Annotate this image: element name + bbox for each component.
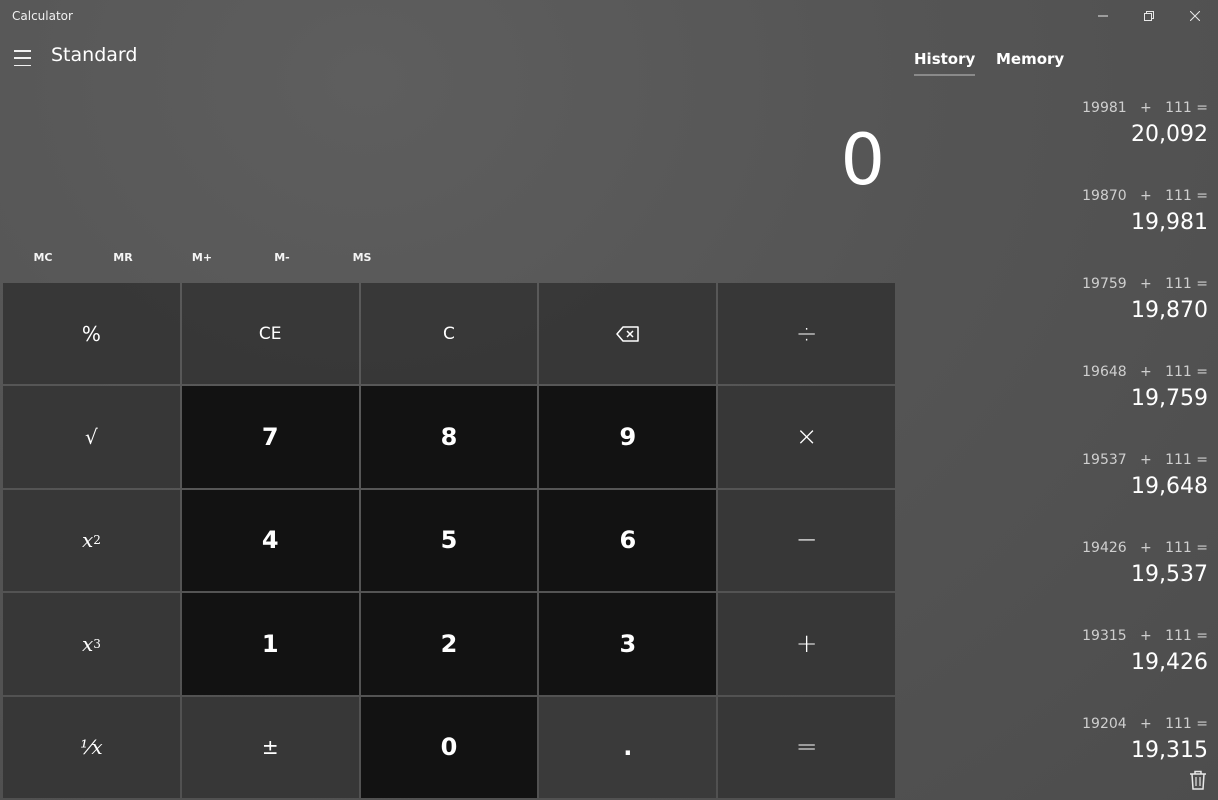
history-item[interactable]: 19204 + 111 = 19,315 bbox=[908, 716, 1208, 761]
history-result: 19,315 bbox=[1131, 738, 1208, 761]
history-item[interactable]: 19759 + 111 = 19,870 bbox=[908, 276, 1208, 356]
result-display: 0 bbox=[840, 119, 885, 201]
clear-entry-button[interactable]: CE bbox=[181, 283, 359, 385]
history-list: 19981 + 111 = 20,092 19870 + 111 = 19,98… bbox=[905, 96, 1210, 761]
calculator-header: Standard bbox=[0, 36, 900, 76]
history-item[interactable]: 19870 + 111 = 19,981 bbox=[908, 188, 1208, 268]
close-icon bbox=[1190, 11, 1200, 21]
add-button[interactable]: + bbox=[718, 593, 895, 695]
history-expression: 19204 + 111 = bbox=[1082, 716, 1208, 732]
history-expression: 19870 + 111 = bbox=[1082, 188, 1208, 204]
square-root-button[interactable]: √ bbox=[3, 386, 180, 488]
mode-title: Standard bbox=[51, 44, 138, 66]
square-base: x bbox=[81, 528, 94, 553]
subtract-button[interactable]: − bbox=[718, 489, 895, 592]
square-exponent: 2 bbox=[93, 533, 101, 548]
panel-tabs: History Memory bbox=[914, 50, 1174, 80]
history-expression: 19315 + 111 = bbox=[1082, 628, 1208, 644]
cube-button[interactable]: x3 bbox=[3, 593, 180, 695]
digit-4-button[interactable]: 4 bbox=[181, 489, 359, 592]
divide-button[interactable]: ÷ bbox=[718, 283, 895, 385]
digit-3-button[interactable]: 3 bbox=[539, 593, 717, 695]
cube-exponent: 3 bbox=[93, 636, 101, 651]
restore-button[interactable] bbox=[1126, 0, 1172, 32]
history-result: 19,426 bbox=[1131, 650, 1208, 675]
history-result: 19,759 bbox=[1131, 386, 1208, 411]
history-expression: 19759 + 111 = bbox=[1082, 276, 1208, 292]
memory-controls: MC MR M+ M- MS bbox=[3, 240, 403, 274]
digit-1-button[interactable]: 1 bbox=[181, 593, 359, 695]
clear-button[interactable]: C bbox=[360, 283, 538, 385]
restore-icon bbox=[1144, 11, 1154, 21]
history-result: 19,870 bbox=[1131, 298, 1208, 323]
tab-history[interactable]: History bbox=[914, 50, 976, 76]
backspace-button[interactable] bbox=[539, 283, 717, 385]
square-button[interactable]: x2 bbox=[3, 489, 180, 592]
minimize-icon bbox=[1098, 15, 1108, 17]
keypad: % CE C ÷ √ 7 8 9 × x2 4 5 6 − x3 1 2 3 +… bbox=[3, 283, 895, 798]
history-result: 20,092 bbox=[1131, 122, 1208, 147]
cube-base: x bbox=[81, 631, 94, 656]
digit-2-button[interactable]: 2 bbox=[360, 593, 538, 695]
history-item[interactable]: 19981 + 111 = 20,092 bbox=[908, 100, 1208, 180]
memory-subtract-button[interactable]: M- bbox=[242, 240, 322, 274]
history-item[interactable]: 19315 + 111 = 19,426 bbox=[908, 628, 1208, 708]
minimize-button[interactable] bbox=[1080, 0, 1126, 32]
hamburger-icon[interactable] bbox=[14, 48, 34, 68]
negate-button[interactable]: ± bbox=[181, 696, 359, 798]
digit-8-button[interactable]: 8 bbox=[360, 386, 538, 488]
history-result: 19,981 bbox=[1131, 210, 1208, 235]
memory-recall-button[interactable]: MR bbox=[83, 240, 163, 274]
app-title: Calculator bbox=[12, 9, 73, 23]
history-item[interactable]: 19648 + 111 = 19,759 bbox=[908, 364, 1208, 444]
trash-icon bbox=[1190, 770, 1206, 790]
digit-0-button[interactable]: 0 bbox=[360, 696, 538, 798]
digit-9-button[interactable]: 9 bbox=[539, 386, 717, 488]
digit-5-button[interactable]: 5 bbox=[360, 489, 538, 592]
tab-memory[interactable]: Memory bbox=[996, 50, 1064, 74]
backspace-icon bbox=[616, 325, 639, 342]
history-item[interactable]: 19537 + 111 = 19,648 bbox=[908, 452, 1208, 532]
percent-button[interactable]: % bbox=[3, 283, 180, 385]
history-result: 19,537 bbox=[1131, 562, 1208, 587]
multiply-button[interactable]: × bbox=[718, 386, 895, 488]
digit-7-button[interactable]: 7 bbox=[181, 386, 359, 488]
clear-history-button[interactable] bbox=[1189, 770, 1209, 792]
reciprocal-button[interactable]: ⅟x bbox=[3, 696, 180, 798]
title-bar: Calculator bbox=[0, 0, 1218, 32]
memory-store-button[interactable]: MS bbox=[322, 240, 402, 274]
history-expression: 19981 + 111 = bbox=[1082, 100, 1208, 116]
history-expression: 19648 + 111 = bbox=[1082, 364, 1208, 380]
history-result: 19,648 bbox=[1131, 474, 1208, 499]
memory-clear-button[interactable]: MC bbox=[3, 240, 83, 274]
history-expression: 19426 + 111 = bbox=[1082, 540, 1208, 556]
decimal-button[interactable]: . bbox=[539, 696, 717, 798]
history-expression: 19537 + 111 = bbox=[1082, 452, 1208, 468]
equals-button[interactable]: = bbox=[718, 696, 895, 798]
close-button[interactable] bbox=[1172, 0, 1218, 32]
memory-add-button[interactable]: M+ bbox=[162, 240, 242, 274]
history-item[interactable]: 19426 + 111 = 19,537 bbox=[908, 540, 1208, 620]
digit-6-button[interactable]: 6 bbox=[539, 489, 717, 592]
